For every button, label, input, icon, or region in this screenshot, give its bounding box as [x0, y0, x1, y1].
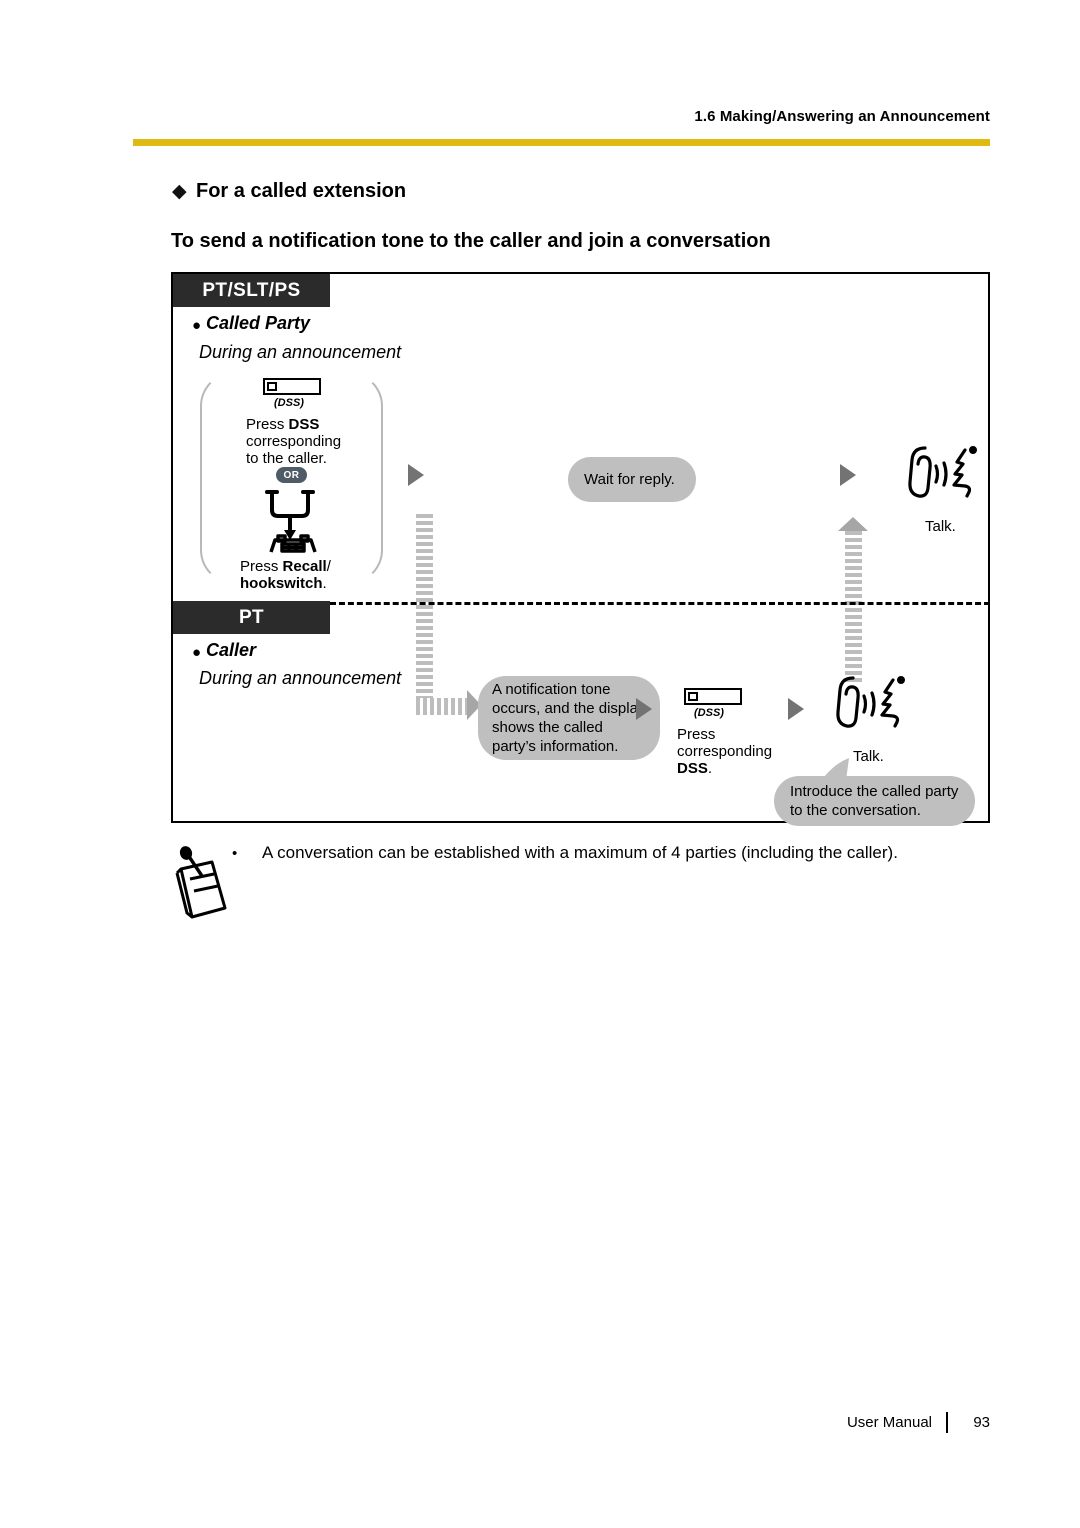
bracket-left-icon: [200, 372, 234, 584]
recall-hookswitch-icon: [265, 490, 317, 553]
press-dss-line2: corresponding: [246, 433, 342, 450]
press-recall-prefix: Press: [240, 558, 283, 575]
press-dss-suffix-2: .: [707, 760, 713, 777]
flow-arrow-icon-2: [840, 464, 856, 486]
press-line1: Press: [677, 726, 716, 743]
procedure-diagram: PT/SLT/PS ● Called Party During an annou…: [171, 272, 990, 826]
task-heading: To send a notification tone to the calle…: [171, 230, 771, 252]
round-bullet-icon: ●: [192, 317, 202, 334]
header-rule: [133, 139, 990, 146]
state-label-during-announcement-1: During an announcement: [199, 342, 402, 362]
flow-arrow-icon-1: [408, 464, 424, 486]
step-press-recall-text: Press Recall/ hookswitch.: [240, 558, 390, 592]
callout-introduce-called-party: Introduce the called party to the conver…: [774, 776, 975, 826]
step-group-called-party: (DSS) Press DSS corresponding to the cal…: [200, 372, 383, 592]
note-pad-icon: [175, 846, 227, 919]
flow-arrow-shaft-vertical: [416, 514, 433, 715]
note-text: A conversation can be established with a…: [262, 843, 898, 862]
or-badge: OR: [276, 467, 307, 483]
press-recall-suffix: /: [326, 558, 331, 575]
flow-arrow-icon-4: [788, 698, 804, 720]
mode-badge-pt: PT: [173, 601, 330, 634]
callout-notification-tone: A notification tone occurs, and the disp…: [478, 676, 660, 760]
return-arrow-head-1: [838, 517, 868, 531]
hookswitch-suffix: .: [322, 575, 327, 592]
round-bullet-icon-2: ●: [192, 644, 202, 661]
page-footer: User Manual 93: [847, 1412, 990, 1433]
dss-key-icon-2: [684, 688, 742, 705]
dss-key-caption-1: (DSS): [274, 397, 304, 409]
press-dss-bold: DSS: [288, 416, 320, 433]
press-dss-line3: to the caller.: [246, 450, 327, 467]
callout-wait-for-reply: Wait for reply.: [568, 457, 696, 502]
talk-handset-icon-2: [836, 675, 905, 728]
press-dss-bold-2: DSS: [677, 760, 708, 777]
dss-key-icon: [263, 378, 321, 395]
step-press-dss-text-2: Press corresponding DSS.: [677, 726, 797, 777]
press-line2: corresponding: [677, 743, 773, 760]
bracket-right-icon: [349, 372, 383, 584]
press-dss-prefix: Press: [246, 416, 289, 433]
hookswitch-bold: hookswitch: [240, 575, 323, 592]
diamond-bullet-icon: ◆: [172, 181, 187, 202]
state-label-during-announcement-2: During an announcement: [199, 668, 402, 688]
mode-badge-pt-slt-ps: PT/SLT/PS: [173, 274, 330, 307]
party-label-caller: Caller: [206, 640, 257, 660]
press-recall-bold: Recall: [282, 558, 327, 575]
document-page: 1.6 Making/Answering an Announcement ◆ F…: [0, 0, 1080, 1528]
footer-manual-label: User Manual: [846, 1414, 932, 1431]
talk-caption-2: Talk.: [853, 748, 884, 765]
flow-arrow-shaft-horizontal: [416, 698, 469, 715]
note-bullet-icon: •: [232, 845, 238, 862]
party-label-called-party: Called Party: [206, 313, 311, 333]
flow-arrow-icon-3: [636, 698, 652, 720]
talk-caption-1: Talk.: [925, 518, 956, 535]
dss-key-caption-2: (DSS): [694, 707, 724, 719]
section-divider: [330, 602, 990, 605]
footer-page-number: 93: [973, 1414, 990, 1431]
step-press-dss-text: Press DSS corresponding to the caller.: [246, 416, 376, 467]
talk-handset-icon-1: [908, 445, 977, 498]
page-header-title: 1.6 Making/Answering an Announcement: [694, 108, 990, 125]
page-title: For a called extension: [196, 180, 407, 202]
return-arrow-shaft-1: [845, 531, 862, 682]
